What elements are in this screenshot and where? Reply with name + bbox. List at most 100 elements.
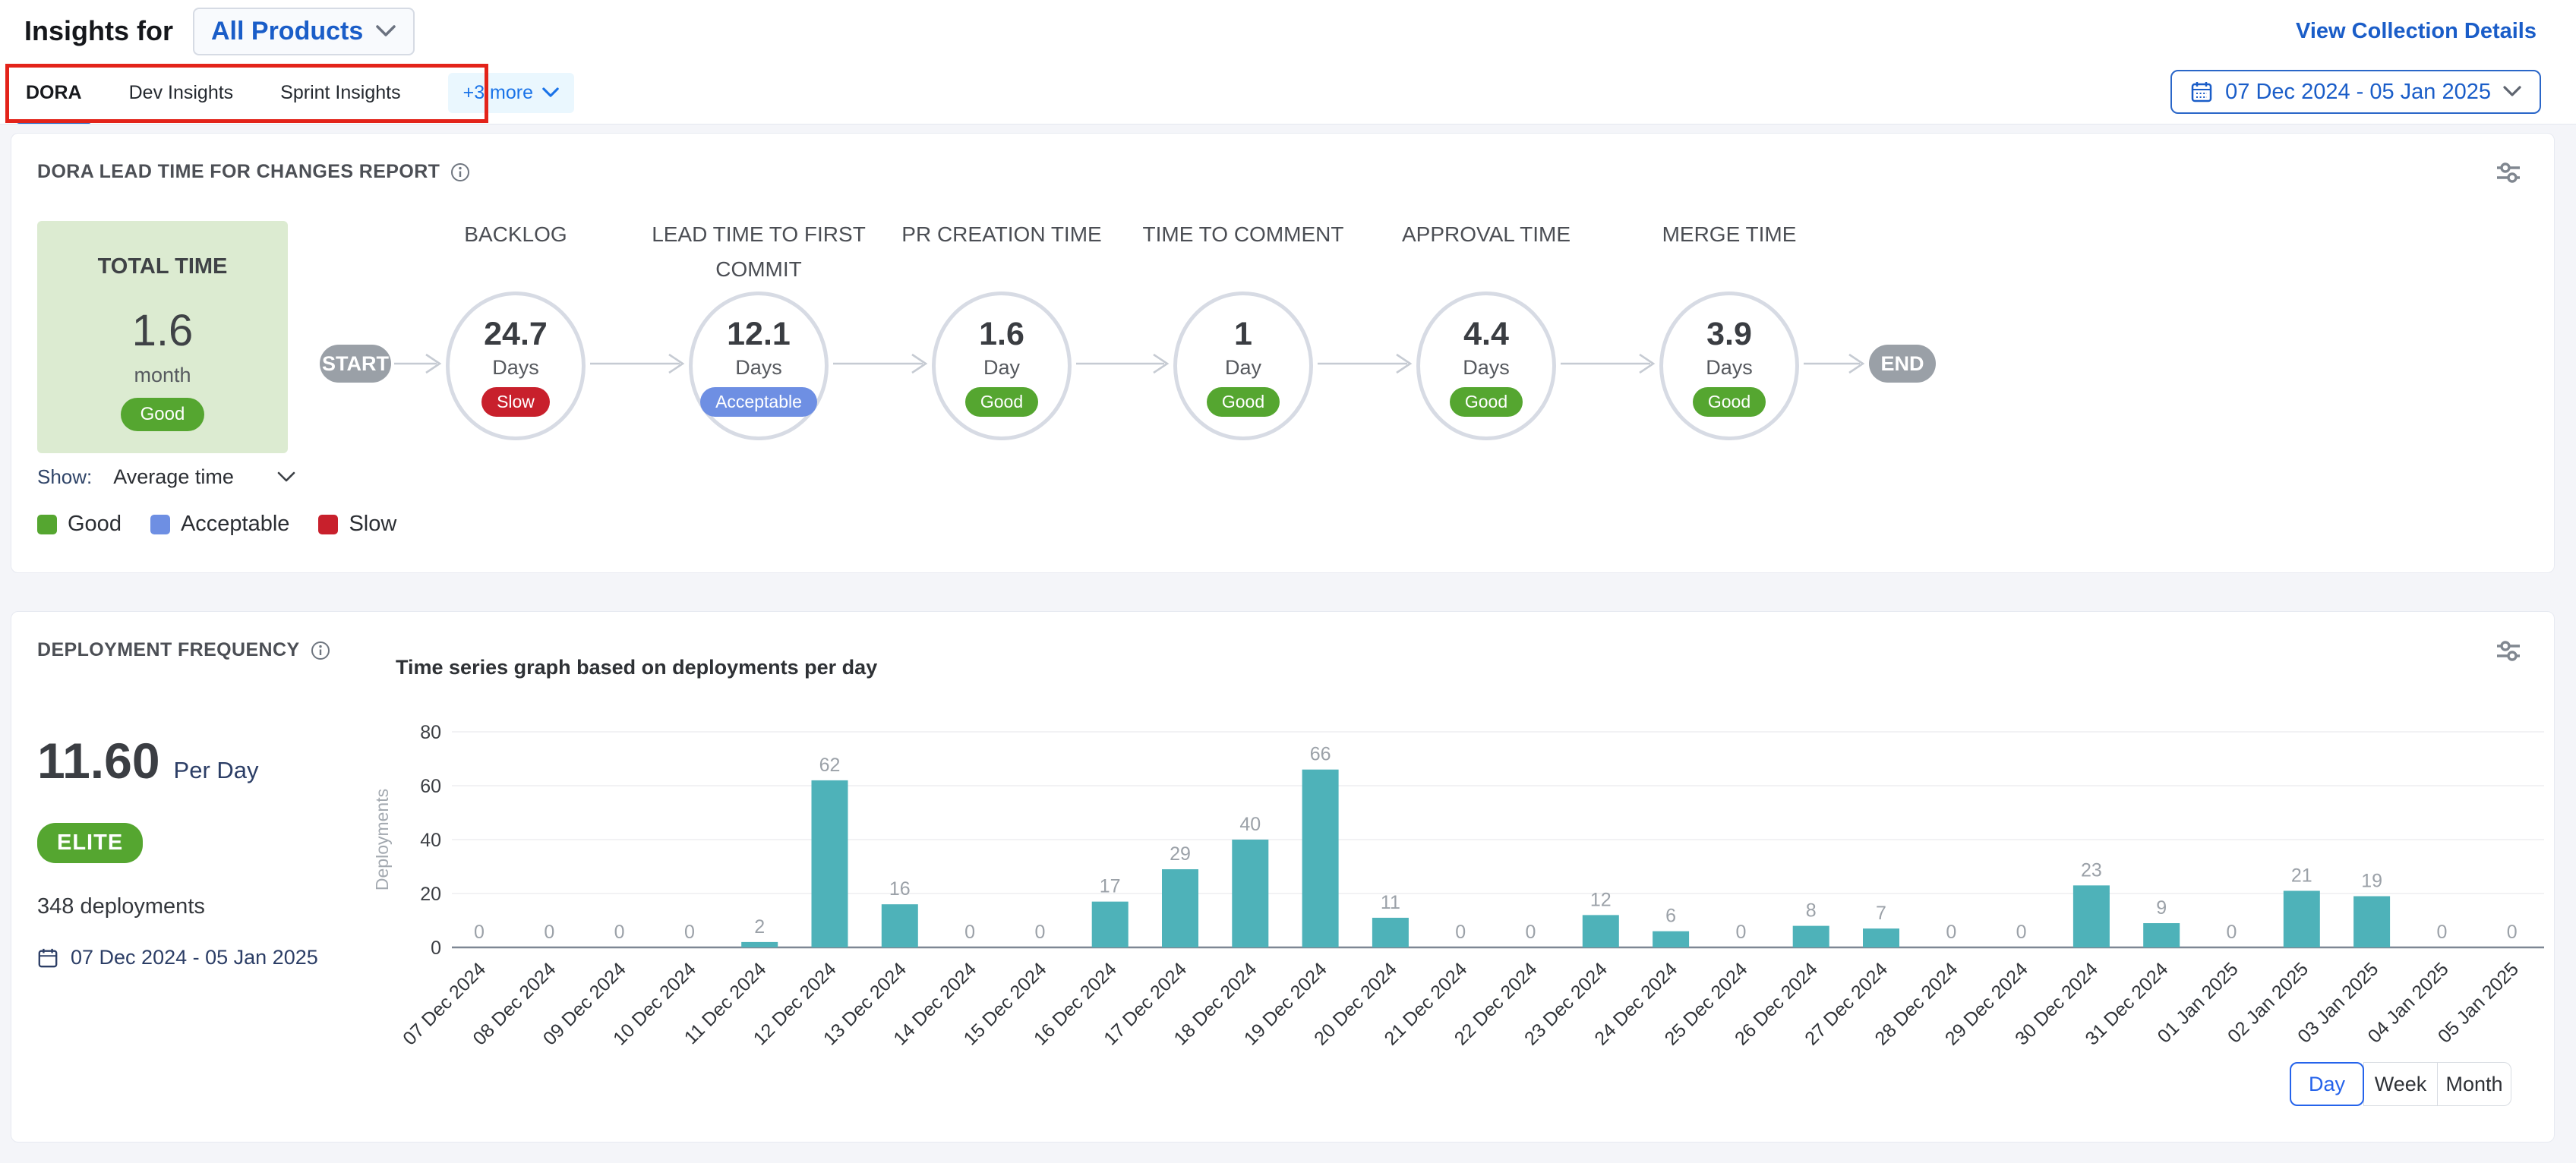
stage-value: 24.7 [484,316,548,353]
deployment-rate-value: 11.60 [37,732,160,790]
total-time-value: 1.6 [132,305,194,356]
svg-text:0: 0 [1034,922,1045,943]
svg-text:40: 40 [1239,814,1261,835]
calendar-icon [37,947,58,969]
stage-rating-pill: Acceptable [700,387,817,417]
view-collection-details-link[interactable]: View Collection Details [2296,19,2537,44]
svg-text:80: 80 [420,722,441,743]
stage-unit: Days [1706,356,1753,380]
info-icon[interactable] [450,162,470,182]
stage-name: MERGE TIME [1608,217,1851,292]
lead-time-report-title-text: DORA LEAD TIME FOR CHANGES REPORT [37,161,440,183]
stage-unit: Day [983,356,1020,380]
page-header: Insights for All Products View Collectio… [0,0,2576,62]
deployment-rate: 11.60 Per Day [37,732,259,790]
flow-stage-time-to-comment: TIME TO COMMENT1DayGood [1122,217,1365,440]
flow-end-pill: END [1869,345,1936,383]
svg-text:60: 60 [420,776,441,797]
chevron-down-icon [277,471,295,484]
deployments-chart: 020406080Deployments007 Dec 2024008 Dec … [376,703,2548,1064]
stage-name: BACKLOG [394,217,637,292]
svg-text:0: 0 [474,922,485,943]
svg-text:20: 20 [420,884,441,905]
legend-item-good: Good [37,512,122,537]
svg-text:0: 0 [1946,922,1956,943]
svg-text:8: 8 [1806,900,1817,922]
product-selector[interactable]: All Products [193,8,415,55]
svg-text:21: 21 [2291,865,2312,886]
chevron-down-icon [542,87,559,99]
stage-value: 1.6 [979,316,1024,353]
stage-unit: Days [1463,356,1510,380]
stage-rating-pill: Good [1693,387,1766,417]
lead-time-report-card: DORA LEAD TIME FOR CHANGES REPORT TOTAL … [11,133,2555,573]
legend-item-acceptable: Acceptable [150,512,290,537]
total-time-card: TOTAL TIME 1.6 month Good [37,221,288,453]
stage-circle: 1 Day Good [1173,292,1313,440]
flow-start-pill: START [320,345,391,383]
tab-dora[interactable]: DORA [26,62,82,124]
flow-stage-approval-time: APPROVAL TIME4.4DaysGood [1365,217,1608,440]
stage-rating-pill: Good [965,387,1038,417]
stage-value: 1 [1234,316,1252,353]
product-selector-value: All Products [211,17,363,46]
stage-name: LEAD TIME TO FIRST COMMIT [637,217,880,292]
svg-text:0: 0 [2016,922,2027,943]
svg-text:0: 0 [1526,922,1536,943]
stat-date-range: 07 Dec 2024 - 05 Jan 2025 [37,946,318,969]
stage-circle: 24.7 Days Slow [446,292,586,440]
deployment-rate-unit: Per Day [174,757,259,784]
stage-unit: Day [1225,356,1261,380]
svg-text:16: 16 [889,878,911,900]
svg-text:17: 17 [1100,876,1121,897]
legend-label: Good [68,512,122,537]
calendar-icon [2190,80,2213,103]
stage-circle: 3.9 Days Good [1659,292,1799,440]
chart-settings-icon[interactable] [2493,638,2524,667]
show-label: Show: [37,465,92,489]
tab-dev-insights[interactable]: Dev Insights [129,62,234,124]
legend-swatch-acceptable [150,515,170,534]
info-icon[interactable] [311,641,330,660]
svg-text:6: 6 [1665,906,1676,927]
more-tabs-label: +3 more [463,82,533,104]
stage-rating-pill: Good [1450,387,1523,417]
legend-swatch-good [37,515,57,534]
legend-label: Acceptable [181,512,290,537]
flow-stage-backlog: BACKLOG 24.7 Days Slow [394,217,637,440]
stage-name: PR CREATION TIME [880,217,1123,292]
stage-rating-pill: Good [1207,387,1280,417]
stage-unit: Days [735,356,782,380]
granularity-day[interactable]: Day [2290,1062,2364,1106]
tab-sprint-insights[interactable]: Sprint Insights [280,62,400,124]
stage-rating-pill: Slow [481,387,550,417]
granularity-week[interactable]: Week [2363,1062,2438,1106]
stage-value: 12.1 [727,316,791,353]
date-range-picker[interactable]: 07 Dec 2024 - 05 Jan 2025 [2170,70,2541,114]
svg-text:0: 0 [964,922,975,943]
tab-list: DORA Dev Insights Sprint Insights +3 more [26,62,574,124]
show-metric-dropdown[interactable]: Show: Average time [37,465,295,489]
svg-text:9: 9 [2156,897,2167,919]
page-title: Insights for [24,15,173,47]
lead-time-report-title: DORA LEAD TIME FOR CHANGES REPORT [37,161,470,183]
svg-text:12: 12 [1590,889,1612,910]
more-tabs-chip[interactable]: +3 more [448,73,574,113]
stage-unit: Days [492,356,539,380]
flow-stage-pr-creation-time: PR CREATION TIME 1.6 Day Good [880,217,1123,440]
svg-text:0: 0 [684,922,695,943]
svg-text:23: 23 [2081,859,2102,881]
tier-badge: ELITE [37,823,143,863]
flow-stage-merge-time: MERGE TIME 3.9 Days Good [1608,217,1851,440]
granularity-toggle: DayWeekMonth [2290,1062,2511,1106]
svg-text:0: 0 [2507,922,2518,943]
stage-circle: 12.1 Days Acceptable [689,292,829,440]
stage-value: 3.9 [1706,316,1752,353]
chart-settings-icon[interactable] [2493,159,2524,189]
chevron-down-icon [2503,86,2521,98]
granularity-month[interactable]: Month [2437,1062,2511,1106]
svg-text:0: 0 [2227,922,2237,943]
svg-text:0: 0 [1455,922,1466,943]
show-value: Average time [113,465,234,489]
svg-text:29: 29 [1170,843,1191,865]
